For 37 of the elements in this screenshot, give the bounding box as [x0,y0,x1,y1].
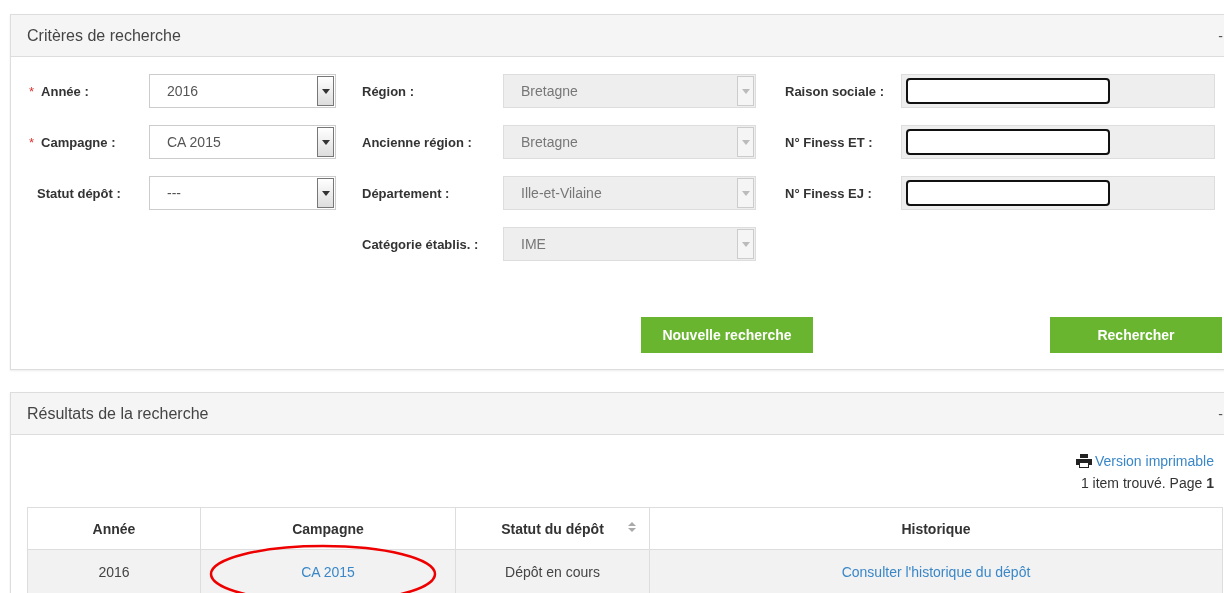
column-header[interactable]: Année [27,507,201,550]
field-label: N° Finess EJ : [785,185,872,201]
panel-title: Résultats de la recherche [27,404,209,423]
caret-icon [741,190,750,196]
panel-title: Critères de recherche [27,26,181,45]
caret-icon [741,241,750,247]
column-header[interactable]: Statut du dépôt [455,507,650,550]
field-label: Raison sociale : [785,83,884,99]
field-label: Campagne : [41,134,116,150]
select-field[interactable]: CA 2015 [149,125,336,159]
printer-icon [1075,454,1092,468]
caret-icon [741,139,750,145]
collapse-button[interactable]: - [1218,27,1223,44]
column-header[interactable]: Historique [649,507,1223,550]
caret-icon [321,88,330,94]
field-label: Département : [362,185,450,201]
select-field[interactable]: 2016 [149,74,336,108]
select-field[interactable]: --- [149,176,336,210]
field-label: Région : [362,83,414,99]
table-link[interactable]: CA 2015 [301,564,355,580]
field-label: Statut dépôt : [37,185,121,201]
result-count: 1 item trouvé. Page 1 [1080,475,1214,491]
table-link[interactable]: Consulter l'historique du dépôt [841,564,1031,580]
column-header[interactable]: Campagne [200,507,456,550]
required-mark: * [29,83,35,99]
cell-text: 2016 [98,564,130,580]
field-label: N° Finess ET : [785,134,873,150]
required-mark: * [29,134,35,150]
field-label: Année : [41,83,89,99]
collapse-button[interactable]: - [1218,405,1223,422]
field-label: Ancienne région : [362,134,472,150]
caret-icon [321,139,330,145]
print-link[interactable]: Version imprimable [1094,453,1214,469]
cell-text: Dépôt en cours [505,564,600,580]
field-label: Catégorie établis. : [362,236,479,252]
caret-icon [321,190,330,196]
caret-icon [741,88,750,94]
